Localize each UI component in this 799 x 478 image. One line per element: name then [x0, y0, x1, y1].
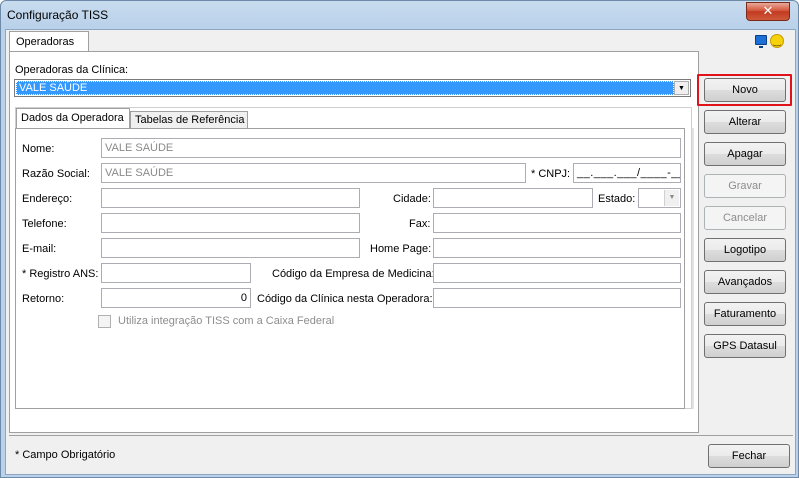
- retorno-field[interactable]: 0: [101, 288, 251, 308]
- cancelar-button[interactable]: Cancelar: [704, 206, 786, 230]
- alterar-button[interactable]: Alterar: [704, 110, 786, 134]
- status-icons: ‿: [755, 34, 789, 48]
- telefone-label: Telefone:: [22, 218, 67, 230]
- apagar-button[interactable]: Apagar: [704, 142, 786, 166]
- panel-edge: [692, 128, 694, 409]
- chevron-down-icon[interactable]: ▼: [664, 190, 679, 206]
- title-bar: Configuração TISS ✕: [1, 1, 798, 29]
- cidade-field[interactable]: [433, 188, 593, 208]
- homepage-label: Home Page:: [370, 243, 432, 255]
- codigo-empresa-field[interactable]: [433, 263, 681, 283]
- logotipo-button[interactable]: Logotipo: [704, 238, 786, 262]
- dropdown-arrow-icon[interactable]: ▼: [674, 81, 689, 95]
- razao-social-field[interactable]: VALE SAÚDE: [101, 163, 526, 183]
- cnpj-field[interactable]: __.___.___/____-__: [573, 163, 681, 183]
- monitor-icon: [755, 35, 767, 48]
- email-field[interactable]: [101, 238, 360, 258]
- estado-label: Estado:: [598, 193, 636, 205]
- codigo-empresa-label: Código da Empresa de Medicina:: [272, 268, 435, 280]
- client-area: Operadoras ‿ Operadoras da Clínica: VALE…: [5, 29, 796, 475]
- endereco-field[interactable]: [101, 188, 360, 208]
- cidade-label: Cidade:: [393, 193, 431, 205]
- fax-label: Fax:: [409, 218, 431, 230]
- footer-divider: [9, 435, 793, 436]
- operadoras-label: Operadoras da Clínica:: [15, 64, 129, 76]
- telefone-field[interactable]: [101, 213, 360, 233]
- tab-operadoras[interactable]: Operadoras: [9, 31, 89, 52]
- endereco-label: Endereço:: [22, 193, 73, 205]
- estado-select[interactable]: ▼: [638, 188, 681, 208]
- nome-label: Nome:: [22, 143, 55, 155]
- operadoras-select[interactable]: VALE SAÚDE ▼: [14, 79, 691, 97]
- operadoras-selected-value: VALE SAÚDE: [16, 81, 674, 95]
- homepage-field[interactable]: [433, 238, 681, 258]
- integracao-label: Utiliza integração TISS com a Caixa Fede…: [118, 315, 335, 327]
- faturamento-button[interactable]: Faturamento: [704, 302, 786, 326]
- tab-tabelas-referencia[interactable]: Tabelas de Referência: [130, 111, 248, 129]
- nome-field[interactable]: VALE SAÚDE: [101, 138, 681, 158]
- gps-datasul-button[interactable]: GPS Datasul: [704, 334, 786, 358]
- novo-button[interactable]: Novo: [704, 78, 786, 102]
- cnpj-label: * CNPJ:: [531, 168, 571, 180]
- avancados-button[interactable]: Avançados: [704, 270, 786, 294]
- codigo-clinica-label: Código da Clínica nesta Operadora:: [257, 293, 433, 305]
- integracao-checkbox[interactable]: [98, 315, 111, 328]
- razao-social-label: Razão Social:: [22, 168, 90, 180]
- tab-dados-operadora[interactable]: Dados da Operadora: [16, 108, 130, 128]
- registro-ans-field[interactable]: [101, 263, 251, 283]
- registro-ans-label: * Registro ANS:: [22, 268, 99, 280]
- close-button[interactable]: ✕: [746, 2, 790, 21]
- fax-field[interactable]: [433, 213, 681, 233]
- fechar-button[interactable]: Fechar: [708, 444, 790, 468]
- window-title: Configuração TISS: [7, 8, 109, 22]
- retorno-label: Retorno:: [22, 293, 65, 305]
- codigo-clinica-field[interactable]: [433, 288, 681, 308]
- smile-icon: ‿: [770, 34, 784, 48]
- email-label: E-mail:: [22, 243, 57, 255]
- window: Configuração TISS ✕ Operadoras ‿ Operado…: [0, 0, 799, 478]
- campo-obrigatorio-note: * Campo Obrigatório: [15, 449, 116, 461]
- gravar-button[interactable]: Gravar: [704, 174, 786, 198]
